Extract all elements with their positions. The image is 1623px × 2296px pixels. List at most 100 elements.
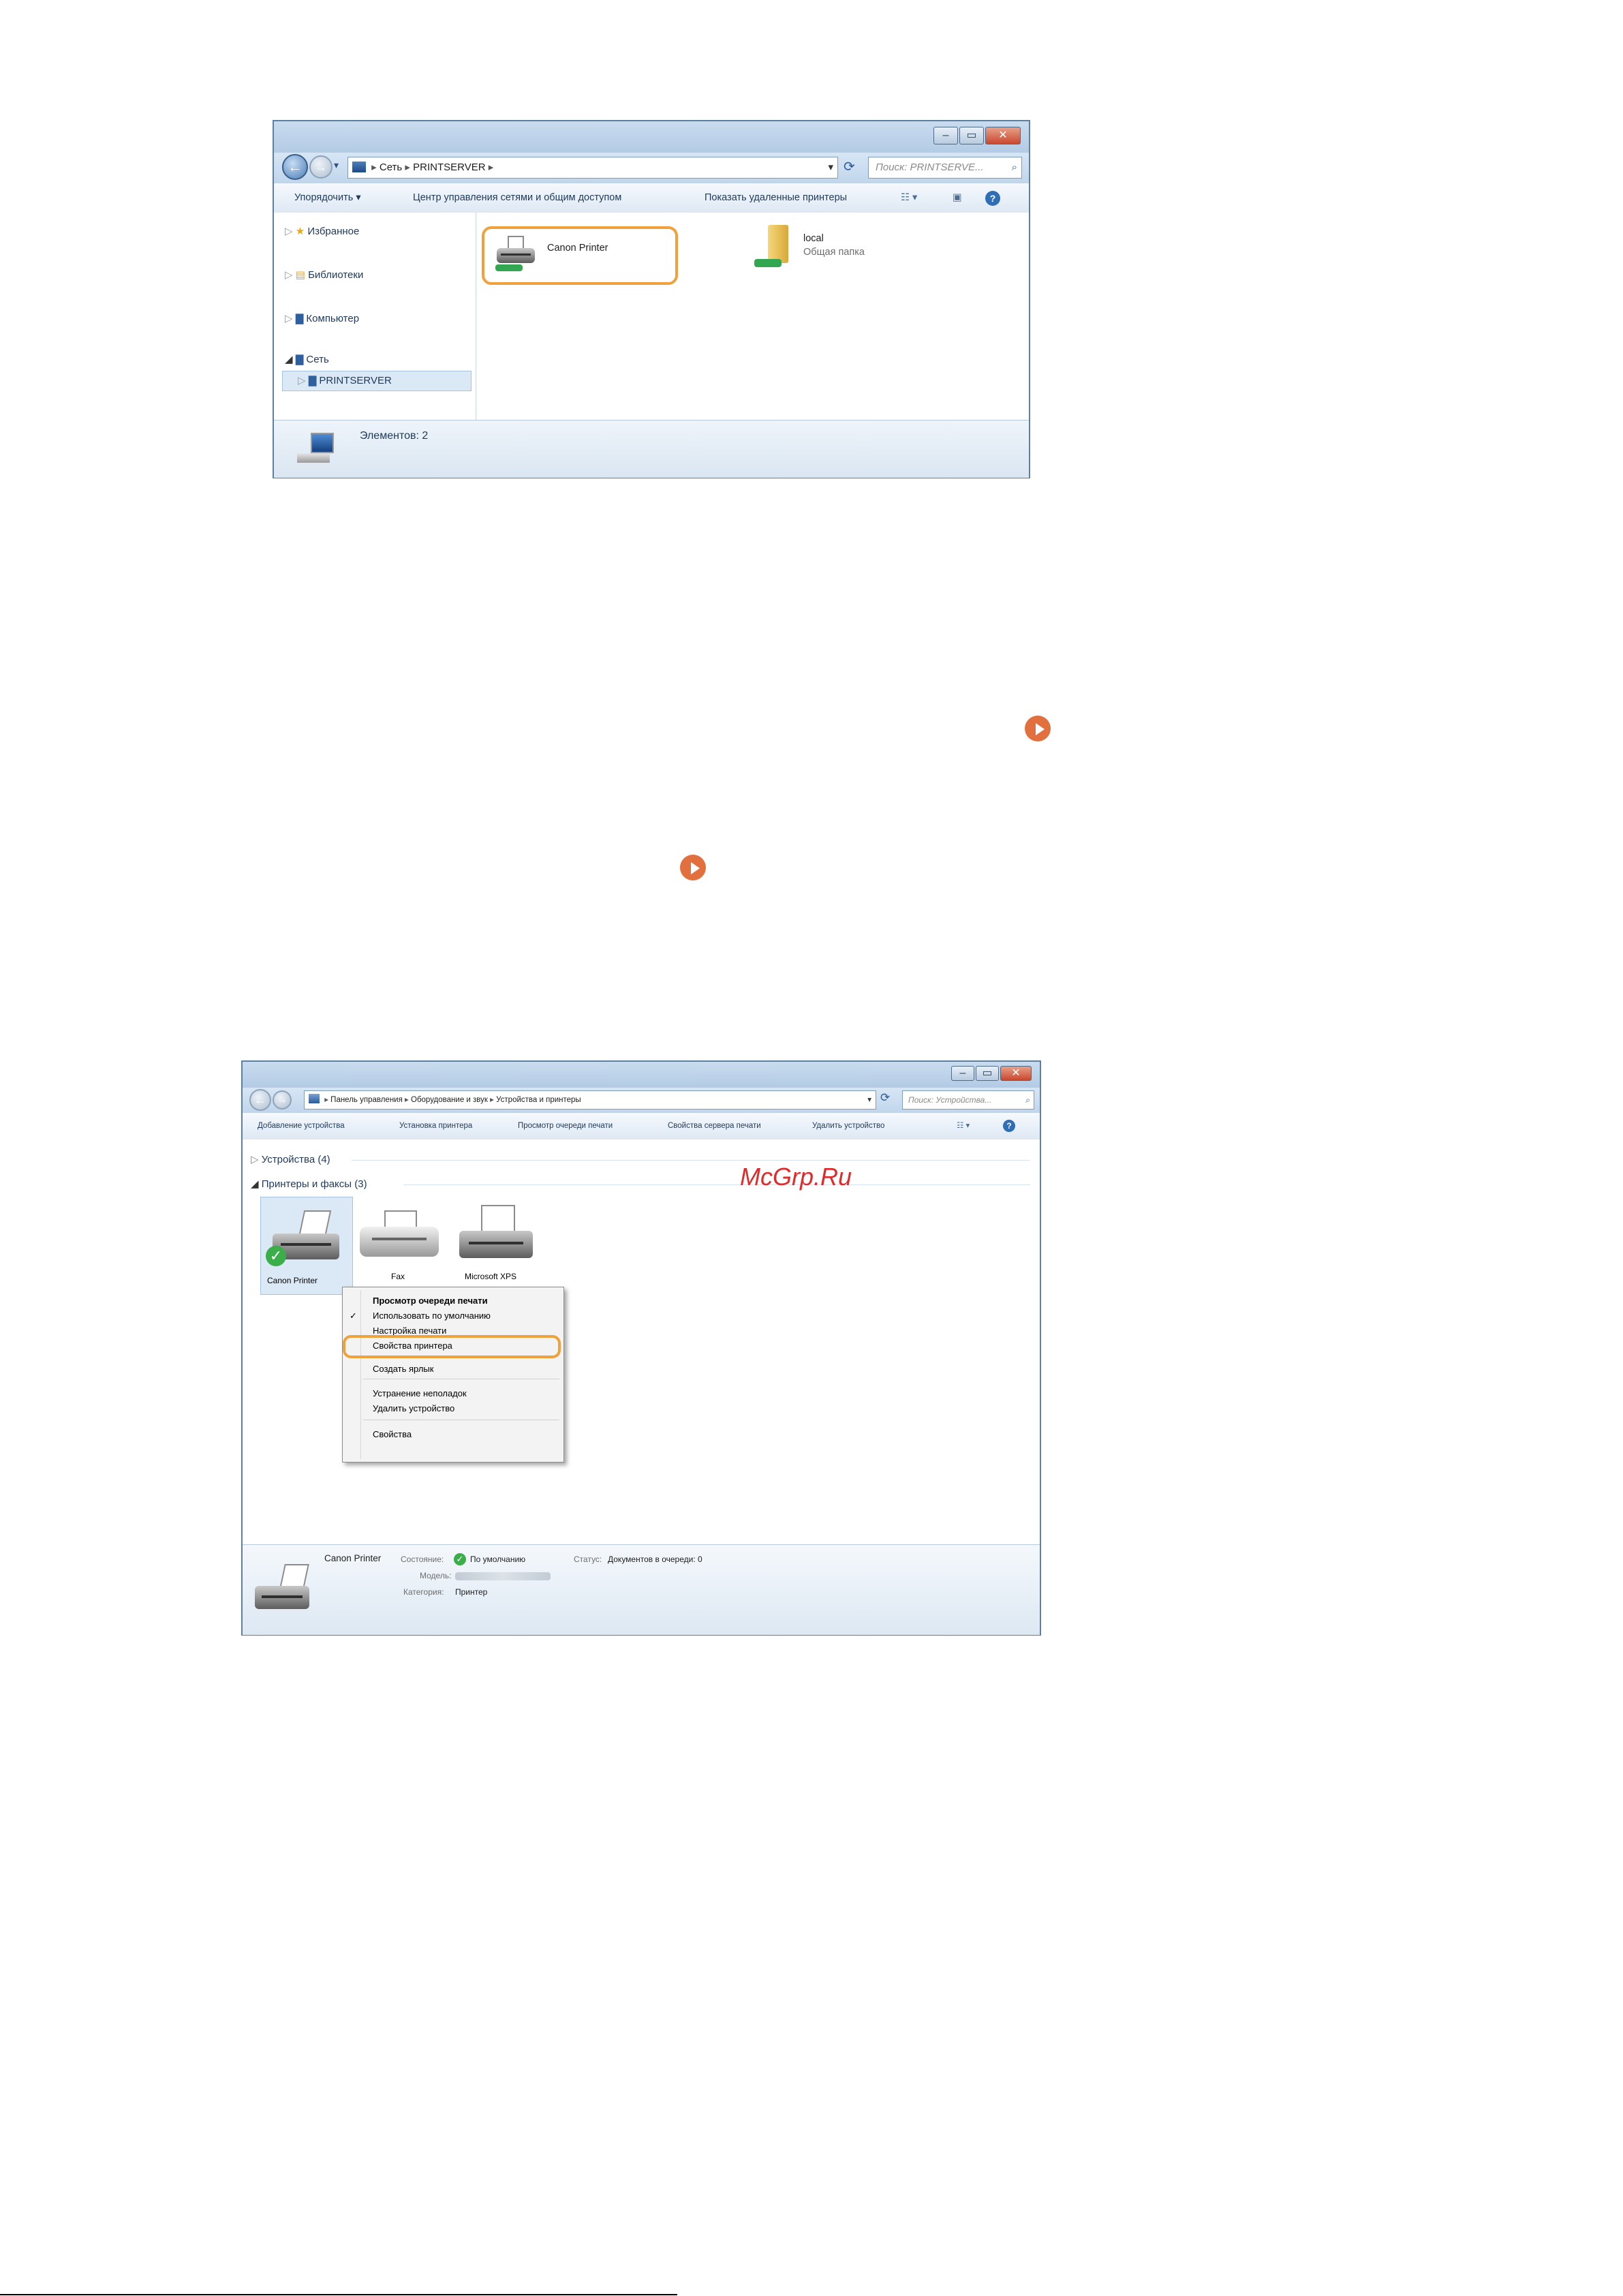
details-category-value: Принтер — [455, 1587, 488, 1597]
minimize-button[interactable]: – — [951, 1066, 974, 1081]
printer-label: Microsoft XPS — [465, 1272, 517, 1281]
explorer-window-devices: – ▭ ✕ ← → ▸ Панель управления ▸ Оборудов… — [241, 1060, 1041, 1636]
nav-computer[interactable]: ▷ ▇ Компьютер — [285, 312, 359, 324]
printer-label: Fax — [391, 1272, 405, 1281]
star-icon: ★ — [295, 226, 305, 237]
address-segment[interactable]: Панель управления — [330, 1096, 403, 1104]
network-icon: ▇ — [295, 354, 304, 365]
footer-divider — [0, 2294, 677, 2295]
add-device-button[interactable]: Добавление устройства — [258, 1113, 345, 1139]
show-remote-printers-button[interactable]: Показать удаленные принтеры — [705, 183, 847, 212]
nav-favorites[interactable]: ▷ ★ Избранное — [285, 225, 359, 237]
details-state-label: Состояние: — [401, 1555, 444, 1564]
control-panel-icon — [309, 1094, 320, 1103]
address-dropdown-icon[interactable]: ▾ — [828, 157, 833, 178]
remove-device-button[interactable]: Удалить устройство — [812, 1113, 884, 1139]
default-check-icon: ✓ — [266, 1246, 286, 1266]
navigation-pane: ▷ ★ Избранное ▷ ▤ Библиотеки ▷ ▇ Компьют… — [274, 213, 476, 420]
address-segment[interactable]: PRINTSERVER — [413, 162, 485, 173]
command-bar: Добавление устройства Установка принтера… — [243, 1112, 1040, 1141]
details-pane: Элементов: 2 — [274, 420, 1029, 478]
close-button[interactable]: ✕ — [1000, 1066, 1032, 1081]
close-button[interactable]: ✕ — [985, 127, 1021, 144]
watermark: McGrp.Ru — [740, 1163, 852, 1191]
history-dropdown-icon[interactable]: ▾ — [334, 159, 339, 171]
checkmark-icon: ✓ — [350, 1311, 357, 1321]
explorer-window-printserver: – ▭ ✕ ← → ▾ ▸ Сеть ▸ PRINTSERVER ▸ ▾ ⟳ П… — [273, 120, 1030, 478]
menu-item-print-preferences[interactable]: Настройка печати — [373, 1326, 446, 1336]
preview-pane-icon[interactable]: ▣ — [953, 183, 962, 212]
add-printer-button[interactable]: Установка принтера — [399, 1113, 472, 1139]
address-segment[interactable]: Оборудование и звук — [411, 1096, 488, 1104]
address-dropdown-icon[interactable]: ▾ — [867, 1091, 871, 1109]
menu-item-set-default[interactable]: Использовать по умолчанию — [373, 1311, 491, 1321]
details-category-label: Категория: — [403, 1587, 444, 1597]
printer-icon: ✓ — [266, 1210, 341, 1269]
shared-folder-icon[interactable] — [754, 225, 791, 273]
details-model-label: Модель: — [420, 1571, 452, 1580]
refresh-icon[interactable]: ⟳ — [880, 1091, 890, 1105]
search-icon: ⌕ — [1011, 162, 1017, 173]
context-menu: Просмотр очереди печати ✓ Использовать п… — [342, 1287, 564, 1463]
menu-item-properties[interactable]: Свойства — [373, 1429, 412, 1439]
view-options-icon[interactable]: ☷ ▾ — [957, 1113, 970, 1139]
shared-printer-icon[interactable] — [495, 236, 536, 274]
item-local-description: Общая папка — [803, 247, 865, 258]
view-options-icon[interactable]: ☷ ▾ — [901, 183, 917, 212]
back-button[interactable]: ← — [282, 154, 308, 180]
search-input[interactable]: Поиск: Устройства... ⌕ — [902, 1090, 1034, 1109]
print-server-properties-button[interactable]: Свойства сервера печати — [668, 1113, 761, 1139]
printer-label: Canon Printer — [267, 1276, 318, 1285]
maximize-button[interactable]: ▭ — [959, 127, 984, 144]
network-center-button[interactable]: Центр управления сетями и общим доступом — [413, 183, 621, 212]
item-count: Элементов: 2 — [360, 430, 429, 442]
menu-item-create-shortcut[interactable]: Создать ярлык — [373, 1364, 433, 1374]
reference-link-icon[interactable] — [1025, 716, 1051, 741]
nav-network[interactable]: ◢ ▇ Сеть — [285, 353, 329, 365]
refresh-icon[interactable]: ⟳ — [844, 158, 855, 175]
print-queue-button[interactable]: Просмотр очереди печати — [518, 1113, 613, 1139]
navigation-bar: ← → ▸ Панель управления ▸ Оборудование и… — [243, 1088, 1040, 1112]
item-local[interactable]: local — [803, 233, 824, 244]
computer-icon: ▇ — [295, 313, 304, 324]
menu-item-troubleshoot[interactable]: Устранение неполадок — [373, 1388, 467, 1398]
address-segment[interactable]: Устройства и принтеры — [496, 1096, 581, 1104]
computer-icon: ▇ — [308, 375, 317, 386]
xps-printer-icon[interactable] — [457, 1205, 536, 1265]
computer-icon — [297, 433, 335, 465]
address-bar[interactable]: ▸ Сеть ▸ PRINTSERVER ▸ ▾ — [347, 157, 838, 179]
menu-item-print-queue[interactable]: Просмотр очереди печати — [373, 1296, 488, 1306]
details-name: Canon Printer — [324, 1553, 382, 1563]
title-bar: – ▭ ✕ — [243, 1062, 1040, 1088]
forward-button[interactable]: → — [309, 155, 333, 179]
group-devices[interactable]: ▷ Устройства (4) — [251, 1153, 330, 1165]
details-status-label: Статус: — [574, 1555, 602, 1564]
item-canon-printer[interactable]: Canon Printer — [547, 243, 608, 254]
printer-icon — [251, 1564, 312, 1621]
command-bar: Упорядочить ▾ Центр управления сетями и … — [274, 183, 1029, 214]
menu-item-remove-device[interactable]: Удалить устройство — [373, 1403, 454, 1413]
help-icon[interactable]: ? — [1003, 1120, 1015, 1132]
details-model-value-blurred — [455, 1572, 551, 1580]
address-bar[interactable]: ▸ Панель управления ▸ Оборудование и зву… — [304, 1090, 876, 1109]
highlight-printer-properties — [343, 1335, 561, 1358]
fax-icon[interactable] — [357, 1210, 442, 1265]
reference-link-icon[interactable] — [680, 855, 706, 881]
minimize-button[interactable]: – — [933, 127, 958, 144]
maximize-button[interactable]: ▭ — [976, 1066, 999, 1081]
group-printers[interactable]: ◢ Принтеры и факсы (3) — [251, 1178, 367, 1190]
title-bar: – ▭ ✕ — [274, 121, 1029, 153]
address-segment[interactable]: Сеть — [380, 162, 402, 173]
library-icon: ▤ — [295, 269, 305, 281]
back-button[interactable]: ← — [249, 1089, 271, 1111]
nav-libraries[interactable]: ▷ ▤ Библиотеки — [285, 269, 363, 281]
details-status-value: Документов в очереди: 0 — [608, 1555, 702, 1564]
search-icon: ⌕ — [1025, 1095, 1030, 1105]
network-icon — [352, 162, 366, 172]
status-ok-icon: ✓ — [454, 1553, 466, 1565]
organize-button[interactable]: Упорядочить ▾ — [294, 183, 361, 212]
search-input[interactable]: Поиск: PRINTSERVE... ⌕ — [868, 157, 1022, 179]
help-icon[interactable]: ? — [985, 191, 1000, 206]
forward-button[interactable]: → — [273, 1090, 292, 1109]
nav-printserver[interactable]: ▷ ▇ PRINTSERVER — [282, 371, 472, 391]
